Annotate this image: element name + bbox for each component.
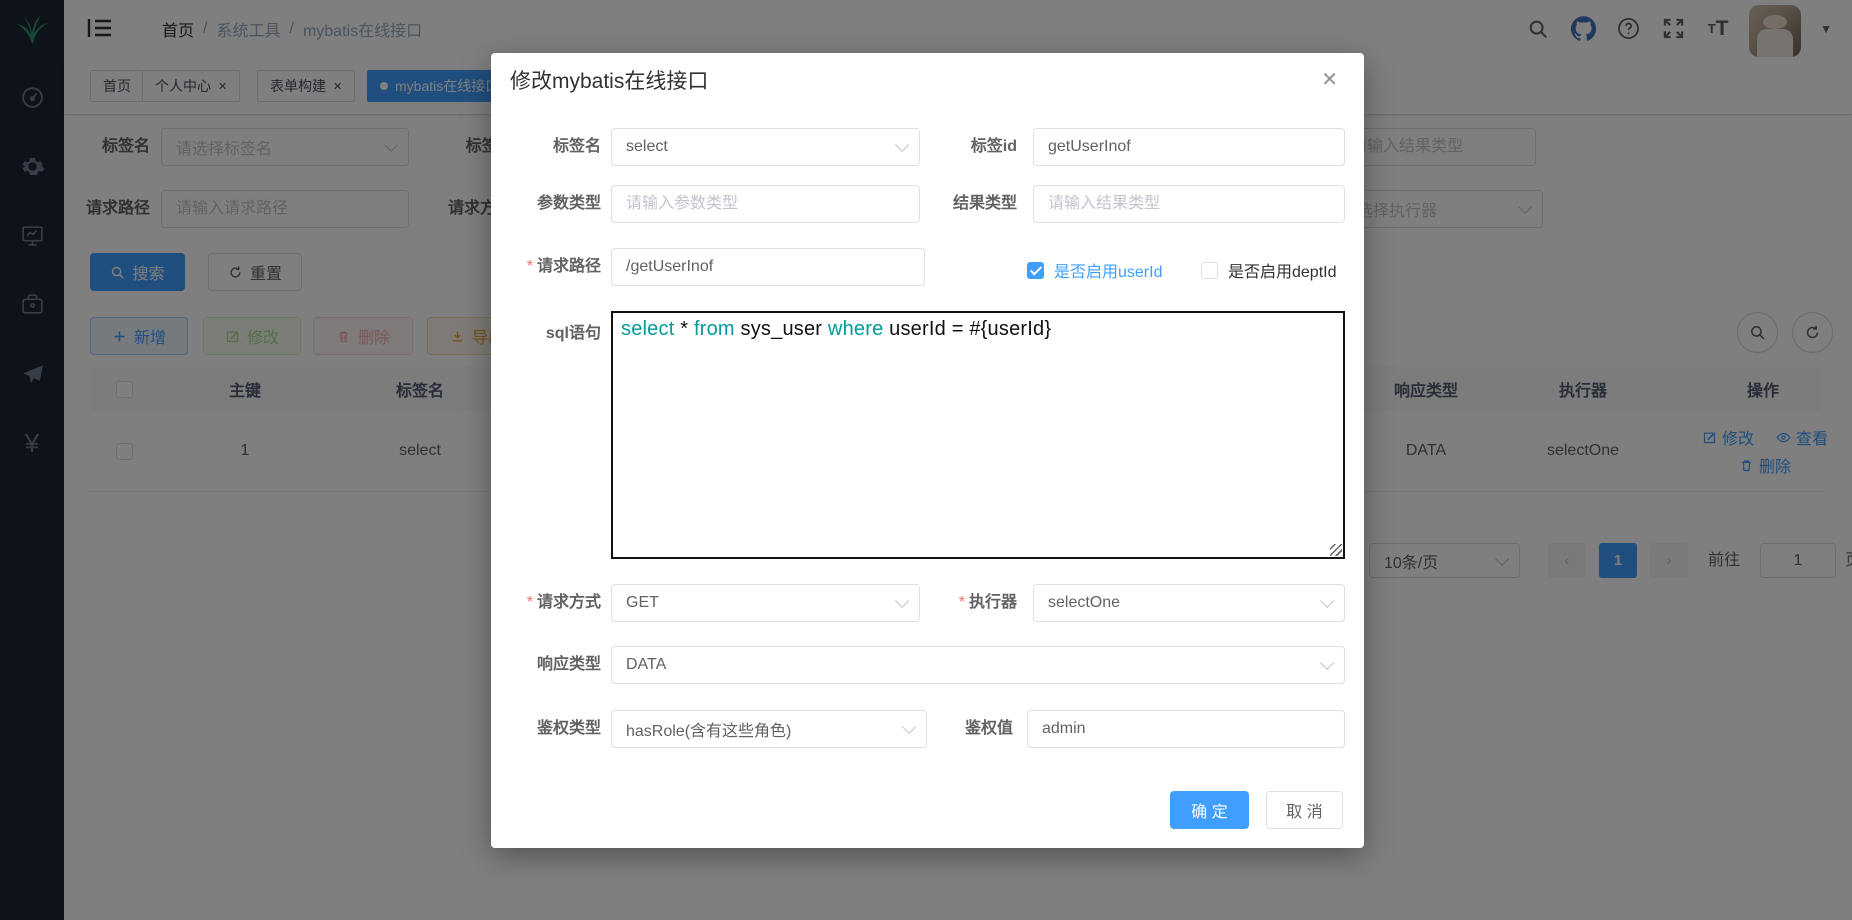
chevron-down-icon [1320,656,1334,670]
sql-label: sql语句 [491,315,601,353]
response-type-select[interactable]: DATA [611,646,1345,684]
auth-type-select[interactable]: hasRole(含有这些角色) [611,710,927,748]
dialog-close-icon[interactable]: ✕ [1321,67,1338,92]
param-type-input[interactable] [611,185,920,223]
tag-id-input[interactable] [1033,128,1345,166]
sql-editor[interactable]: select * from sys_user where userId = #{… [611,311,1345,559]
request-method-label: *请求方式 [491,584,601,622]
request-method-select[interactable]: GET [611,584,920,622]
chevron-down-icon [1320,594,1334,608]
executor-select[interactable]: selectOne [1033,584,1345,622]
resize-grip-icon[interactable] [1330,544,1342,556]
checkbox-checked-icon [1027,262,1044,279]
tag-name-label: 标签名 [491,128,601,166]
executor-label: *执行器 [907,584,1017,622]
response-type-label: 响应类型 [491,646,601,684]
tag-id-label: 标签id [907,128,1017,166]
result-type-label: 结果类型 [907,185,1017,223]
auth-value-input[interactable] [1027,710,1345,748]
result-type-input[interactable] [1033,185,1345,223]
checkbox-unchecked-icon [1201,262,1218,279]
dialog-title: 修改mybatis在线接口 [510,65,708,95]
app-root: ¥ 首页 / 系统工具 / mybatis在线接口 [0,0,1852,920]
request-path-label: *请求路径 [491,248,601,286]
enable-deptid-checkbox[interactable]: 是否启用deptId [1201,258,1337,282]
auth-type-label: 鉴权类型 [491,710,601,748]
enable-userid-checkbox[interactable]: 是否启用userId [1027,258,1162,282]
tag-name-select[interactable]: select [611,128,920,166]
edit-mybatis-dialog: 修改mybatis在线接口 ✕ 标签名 select 标签id 参数类型 结果类… [491,53,1364,848]
cancel-button[interactable]: 取 消 [1266,791,1343,829]
sql-code: select * from sys_user where userId = #{… [621,318,1335,341]
confirm-button[interactable]: 确 定 [1170,791,1249,829]
auth-value-label: 鉴权值 [907,710,1013,748]
request-path-input[interactable] [611,248,925,286]
param-type-label: 参数类型 [491,185,601,223]
